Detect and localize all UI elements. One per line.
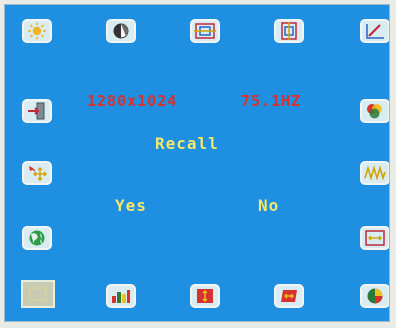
tilt-icon[interactable] — [106, 284, 136, 308]
refresh-rate-text: 75.1HZ — [241, 92, 302, 110]
moire-icon[interactable] — [360, 161, 389, 185]
language-icon[interactable] — [22, 226, 52, 250]
linearity-icon[interactable] — [360, 19, 389, 43]
v-size-icon[interactable] — [274, 19, 304, 43]
recall-title: Recall — [155, 134, 219, 153]
color-balance-icon[interactable] — [360, 284, 389, 308]
resolution-text: 1280x1024 — [87, 92, 178, 110]
osd-screen: 1280x1024 75.1HZ Recall Yes No — [4, 4, 390, 322]
recall-icon[interactable] — [21, 280, 55, 308]
pincushion-icon[interactable] — [190, 284, 220, 308]
yes-option[interactable]: Yes — [115, 196, 147, 215]
trapezoid-icon[interactable] — [274, 284, 304, 308]
h-position-icon[interactable] — [360, 226, 389, 250]
contrast-icon[interactable] — [106, 19, 136, 43]
h-size-icon[interactable] — [190, 19, 220, 43]
color-temperature-icon[interactable] — [360, 99, 389, 123]
no-option[interactable]: No — [258, 196, 279, 215]
position-icon[interactable] — [22, 161, 52, 185]
input-select-icon[interactable] — [22, 99, 52, 123]
brightness-icon[interactable] — [22, 19, 52, 43]
